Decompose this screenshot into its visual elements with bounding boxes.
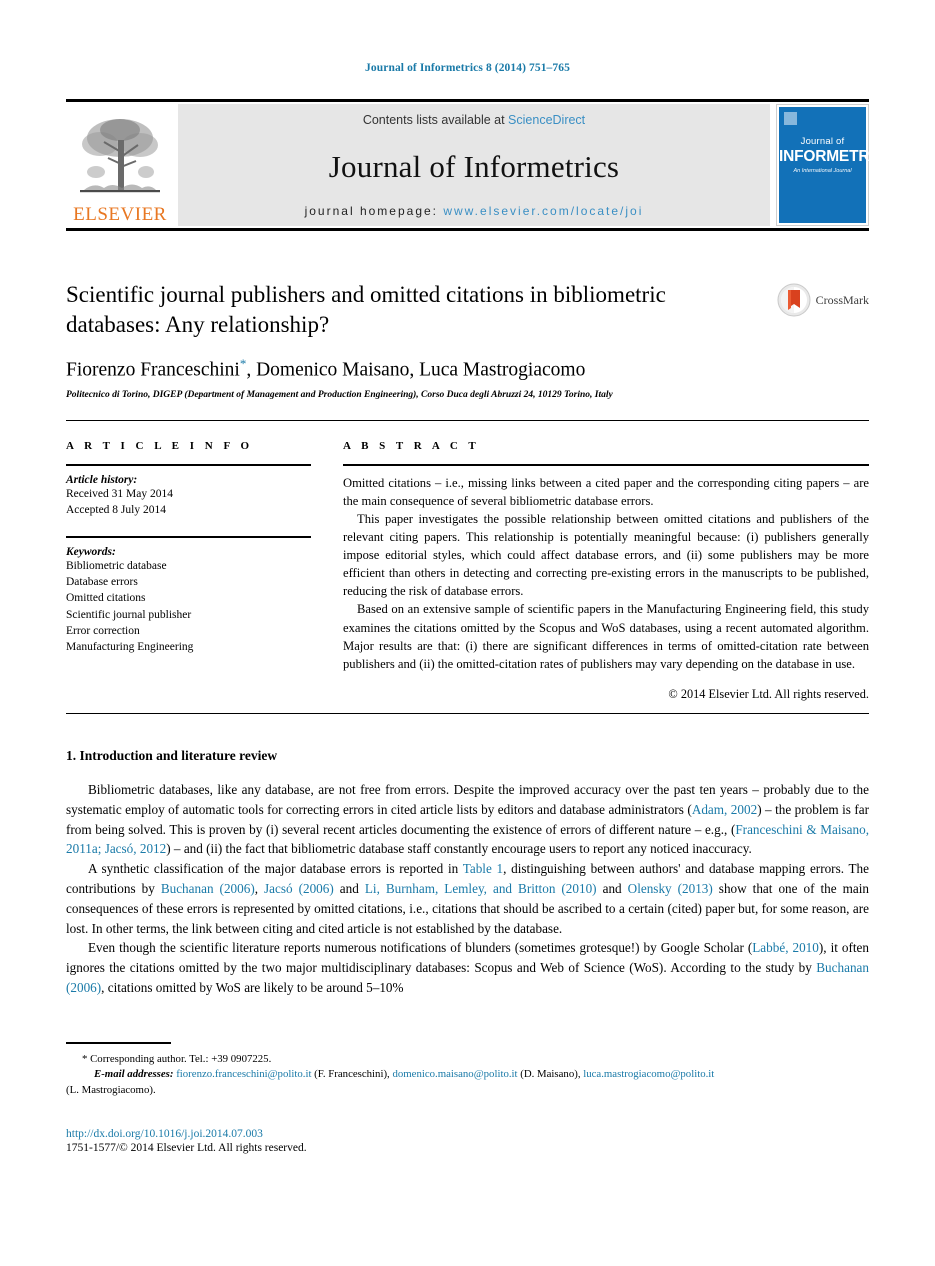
elsevier-logo: ELSEVIER [66,104,174,226]
keyword-item: Manufacturing Engineering [66,641,194,654]
elsevier-tree-icon [80,119,160,193]
paragraph-text: , [254,880,265,896]
paragraph-text: and [596,880,628,896]
article-info-rule-mid [66,536,311,538]
keyword-item: Scientific journal publisher [66,608,192,621]
sciencedirect-link[interactable]: ScienceDirect [508,113,585,127]
citation-link[interactable]: Jacsó (2006) [264,881,334,896]
cover-line-2: INFORMETRICS [779,148,895,165]
masthead-top-rule [66,99,869,102]
abstract-paragraph: Based on an extensive sample of scientif… [343,602,869,671]
crossmark-label: CrossMark [815,292,869,307]
citation-link[interactable]: Buchanan (2006) [161,881,255,896]
masthead-bottom-rule [66,228,869,231]
article-info-column: A R T I C L E I N F O Article history: R… [66,440,311,702]
keyword-item: Omitted citations [66,592,146,605]
article-body: 1. Introduction and literature review Bi… [66,748,869,998]
citation-link[interactable]: Olensky (2013) [628,881,713,896]
info-abstract-columns: A R T I C L E I N F O Article history: R… [66,440,869,702]
issn-copyright: 1751-1577/© 2014 Elsevier Ltd. All right… [66,1142,307,1154]
paragraph-text: , citations omitted by WoS are likely to… [101,979,404,995]
abstract-divider [66,713,869,714]
journal-masthead: ELSEVIER Contents lists available at Sci… [66,99,895,231]
journal-homepage-link[interactable]: www.elsevier.com/locate/joi [443,204,643,218]
keywords-label: Keywords: [66,545,116,558]
keyword-item: Bibliometric database [66,559,167,572]
homepage-label: journal homepage: [304,204,438,218]
keyword-item: Error correction [66,624,140,637]
title-divider [66,420,869,421]
article-history-accepted: Accepted 8 July 2014 [66,503,166,516]
journal-cover-thumbnail[interactable]: Journal of INFORMETRICS An International… [776,104,895,226]
page-title: Scientific journal publishers and omitte… [66,282,666,337]
running-head: Journal of Informetrics 8 (2014) 751–765 [365,62,570,74]
title-block: Scientific journal publishers and omitte… [66,280,869,400]
article-page: Journal of Informetrics 8 (2014) 751–765 [0,0,935,1266]
email-label: E-mail addresses: [94,1068,174,1081]
email-owner: (D. Maisano), [517,1068,584,1081]
cover-publisher-icon [784,112,797,125]
contents-available-line: Contents lists available at ScienceDirec… [363,113,585,127]
keyword-item: Database errors [66,575,138,588]
body-paragraph: Bibliometric databases, like any databas… [66,780,869,859]
footnote-block: * Corresponding author. Tel.: +39 090722… [66,1042,869,1099]
article-history-received: Received 31 May 2014 [66,487,173,500]
masthead-center-panel: Contents lists available at ScienceDirec… [178,104,770,226]
article-info-heading: A R T I C L E I N F O [66,440,254,452]
author-list: Fiorenzo Franceschini*, Domenico Maisano… [66,356,869,382]
email-owner: (F. Franceschini), [311,1068,393,1081]
journal-title: Journal of Informetrics [328,148,620,184]
cover-line-3: An International Journal [793,168,852,174]
column-gap [311,440,343,702]
section-heading-introduction: 1. Introduction and literature review [66,748,278,763]
article-info-rule-top [66,464,311,466]
paragraph-text: Even though the scientific literature re… [88,940,753,956]
author-primary: Fiorenzo Franceschini [66,359,240,381]
paragraph-text: A synthetic classification of the major … [88,861,463,877]
contents-prefix: Contents lists available at [362,113,509,127]
abstract-copyright: © 2014 Elsevier Ltd. All rights reserved… [668,686,869,701]
doi-block: http://dx.doi.org/10.1016/j.joi.2014.07.… [66,1128,869,1154]
article-history-label: Article history: [66,473,138,486]
keywords-block: Keywords: Bibliometric database Database… [66,546,311,656]
body-paragraph: A synthetic classification of the major … [66,859,869,938]
abstract-paragraph: This paper investigates the possible rel… [343,511,869,599]
corresponding-author-note: * Corresponding author. Tel.: +39 090722… [82,1052,272,1065]
doi-link[interactable]: http://dx.doi.org/10.1016/j.joi.2014.07.… [66,1128,869,1140]
footnote-rule [66,1042,171,1044]
body-paragraph: Even though the scientific literature re… [66,938,869,997]
crossmark-icon [777,283,811,317]
paragraph-text: ) – and (ii) the fact that bibliometric … [166,841,752,857]
crossmark-badge[interactable]: CrossMark [777,283,869,317]
table-link[interactable]: Table 1 [463,861,503,876]
abstract-heading: A B S T R A C T [343,440,480,452]
citation-link[interactable]: Labbé, 2010 [752,940,819,955]
abstract-paragraph: Omitted citations – i.e., missing links … [343,475,869,508]
affiliation: Politecnico di Torino, DIGEP (Department… [66,390,613,401]
email-link[interactable]: luca.mastrogiacomo@polito.it [583,1068,714,1080]
email-link[interactable]: domenico.maisano@polito.it [392,1068,517,1080]
email-addresses-note: E-mail addresses: fiorenzo.franceschini@… [66,1067,869,1083]
email-link[interactable]: fiorenzo.franceschini@polito.it [176,1068,311,1080]
abstract-rule-top [343,464,869,466]
citation-link[interactable]: Li, Burnham, Lemley, and Britton (2010) [365,881,597,896]
cover-line-1: Journal of [800,136,845,147]
elsevier-wordmark: ELSEVIER [73,204,167,225]
journal-homepage-line: journal homepage: www.elsevier.com/locat… [305,204,644,218]
email-owner-last: (L. Mastrogiacomo). [66,1084,156,1096]
citation-link[interactable]: Adam, 2002 [692,802,757,817]
paragraph-text: and [333,880,365,896]
author-others: , Domenico Maisano, Luca Mastrogiacomo [246,359,586,381]
abstract-column: A B S T R A C T Omitted citations – i.e.… [343,440,869,702]
